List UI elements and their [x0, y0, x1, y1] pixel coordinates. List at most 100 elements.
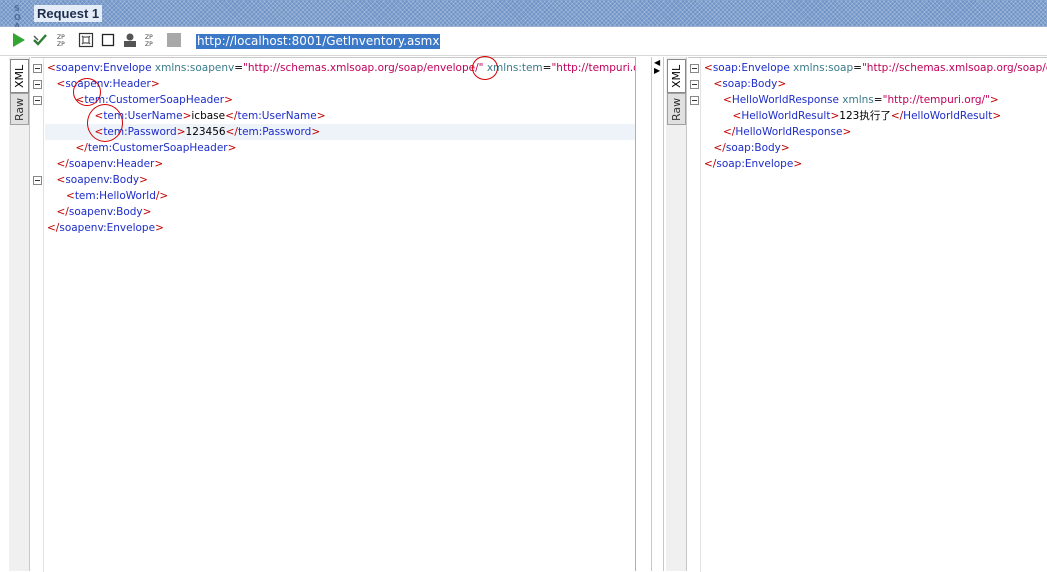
request-xml-editor[interactable]: < soapenv:Envelope xmlns:soapenv= "http://… [31, 57, 635, 572]
xml-line-content: <soap:Body> [702, 78, 787, 90]
run-icon[interactable] [10, 32, 28, 50]
xml-bracket: < [47, 62, 56, 74]
xml-line-content: </tem:CustomerSoapHeader> [45, 142, 237, 154]
xml-bracket: < [66, 190, 75, 202]
tab-request-raw[interactable]: Raw [10, 93, 29, 125]
xml-tag-name: tem:UserName [103, 110, 183, 122]
xml-bracket: > [176, 126, 186, 138]
user-icon[interactable] [122, 32, 140, 50]
xml-bracket: < [713, 78, 723, 90]
xml-bracket: > [155, 222, 164, 234]
fold-toggle-icon[interactable] [33, 80, 42, 89]
xml-bracket: > [316, 110, 326, 122]
xml-bracket: < [56, 174, 66, 186]
xml-line-content: <tem:UserName>icbase</tem:UserName> [45, 110, 326, 122]
xml-tag-name: HelloWorldResult [903, 110, 993, 122]
xml-attribute: xmlns:soapenv [154, 62, 235, 74]
fold-toggle-icon[interactable] [33, 96, 42, 105]
soap-request-icon: S OA P [14, 4, 22, 40]
xml-bracket: > [992, 110, 1002, 122]
xml-bracket: < [75, 94, 85, 106]
expand-icon[interactable] [78, 32, 96, 50]
tab-response-raw[interactable]: Raw [667, 93, 686, 125]
xml-text: = [234, 62, 244, 74]
fold-toggle-icon[interactable] [690, 80, 699, 89]
tab-request-xml[interactable]: XML [10, 59, 29, 93]
window-title: Request 1 [34, 5, 103, 22]
xml-bracket: > [777, 78, 787, 90]
response-xml-line[interactable]: </HelloWorldResponse> [702, 124, 1047, 140]
xml-bracket: </ [723, 126, 736, 138]
response-xml-line[interactable]: <soap:Body> [690, 76, 1047, 92]
stop-icon[interactable] [100, 32, 118, 50]
fold-toggle-icon[interactable] [690, 96, 699, 105]
request-xml-line[interactable]: <soapenv:Header> [33, 76, 635, 92]
fold-toggle-icon[interactable] [33, 64, 42, 73]
xml-tag-name: tem:CustomerSoapHeader [87, 142, 228, 154]
xml-line-content: </soapenv:Envelope> [45, 222, 164, 234]
fold-toggle-icon[interactable] [690, 64, 699, 73]
tab-response-xml[interactable]: XML [667, 59, 686, 93]
request-xml-line[interactable]: </soapenv:Envelope> [45, 220, 635, 236]
xml-line-content: <soapenv:Envelope xmlns:soapenv="http://… [45, 62, 635, 74]
response-xml-line[interactable]: <soap:Envelope xmlns:soap="http://schema… [690, 60, 1047, 76]
response-view-tabs: XML Raw [666, 57, 687, 571]
format-icon[interactable]: ZP ZP [56, 32, 74, 50]
xml-tag-name: soap:Body [725, 142, 781, 154]
wsdl-icon[interactable]: ZP ZP [144, 32, 162, 50]
response-xml-line[interactable]: </soap:Envelope> [702, 156, 1047, 172]
xml-tag-name: soapenv:Header [68, 158, 155, 170]
xml-tag-name: soapenv:Body [65, 174, 140, 186]
xml-bracket: > [780, 142, 790, 154]
xml-line-content: <HelloWorldResponse xmlns="http://tempur… [702, 94, 999, 106]
response-xml-line[interactable]: </soap:Body> [702, 140, 1047, 156]
xml-bracket: > [154, 158, 164, 170]
endpoint-url[interactable]: http://localhost:8001/GetInventory.asmx [196, 34, 441, 49]
fold-gutter [31, 58, 44, 572]
xml-bracket: > [830, 110, 840, 122]
request-xml-code: < soapenv:Envelope xmlns:soapenv= "http://… [33, 60, 635, 236]
xml-bracket: </ [75, 142, 88, 154]
request-xml-line[interactable]: <tem:HelloWorld/> [45, 188, 635, 204]
xml-tag-name: tem:CustomerSoapHeader [84, 94, 225, 106]
response-xml-line[interactable]: <HelloWorldResult>123执行了</HelloWorldResu… [702, 108, 1047, 124]
response-xml-editor[interactable]: <soap:Envelope xmlns:soap="http://schema… [688, 57, 1047, 572]
fold-gutter [688, 58, 701, 572]
collapse-right-icon[interactable]: ▶ [654, 67, 660, 75]
request-xml-line[interactable]: <tem:UserName>icbase</tem:UserName> [45, 108, 635, 124]
xml-bracket: > [227, 142, 237, 154]
cancel-icon[interactable] [166, 32, 184, 50]
xml-text: = [873, 94, 883, 106]
xml-line-content: </soapenv:Body> [45, 206, 152, 218]
svg-text:ZP: ZP [145, 34, 153, 41]
xml-line-content: <tem:CustomerSoapHeader> [45, 94, 233, 106]
xml-line-content: <tem:HelloWorld/> [45, 190, 168, 202]
title-bar: S OA P Request 1 [0, 0, 1047, 40]
pane-splitter[interactable]: ◀ ▶ [651, 57, 664, 571]
request-xml-line[interactable]: </tem:CustomerSoapHeader> [45, 140, 635, 156]
request-xml-line[interactable]: <tem:CustomerSoapHeader> [33, 92, 635, 108]
request-xml-line[interactable]: <tem:Password>123456</tem:Password> [45, 124, 635, 140]
xml-bracket: < [704, 62, 713, 74]
response-xml-code: <soap:Envelope xmlns:soap="http://schema… [690, 60, 1047, 172]
request-xml-line[interactable]: </soapenv:Body> [45, 204, 635, 220]
fold-toggle-icon[interactable] [33, 176, 42, 185]
request-xml-line[interactable]: <soapenv:Body> [33, 172, 635, 188]
xml-tag-name: soap:Envelope [716, 158, 794, 170]
xml-tag-name: soapenv:Body [68, 206, 143, 218]
xml-bracket: > [224, 94, 233, 106]
xml-tag-name: soapenv:Envelope [59, 222, 156, 234]
xml-line-content: </soap:Body> [702, 142, 790, 154]
xml-bracket: </ [47, 222, 60, 234]
validate-icon[interactable] [32, 32, 50, 50]
xml-attribute: xmlns [842, 94, 874, 106]
request-xml-line[interactable]: <soapenv:Envelope xmlns:soapenv="http://… [33, 60, 635, 76]
xml-bracket: > [793, 158, 803, 170]
response-xml-line[interactable]: <HelloWorldResponse xmlns="http://tempur… [690, 92, 1047, 108]
request-scrollbar[interactable] [635, 57, 651, 571]
xml-attribute-value: "http://tempuri.org/" [551, 62, 635, 74]
request-xml-line[interactable]: </soapenv:Header> [45, 156, 635, 172]
xml-text: 123执行了 [839, 110, 891, 122]
xml-attribute-value: "http://schemas.xmlsoap.org/soap/envelop… [861, 62, 1047, 74]
xml-text: 123456 [185, 126, 226, 138]
